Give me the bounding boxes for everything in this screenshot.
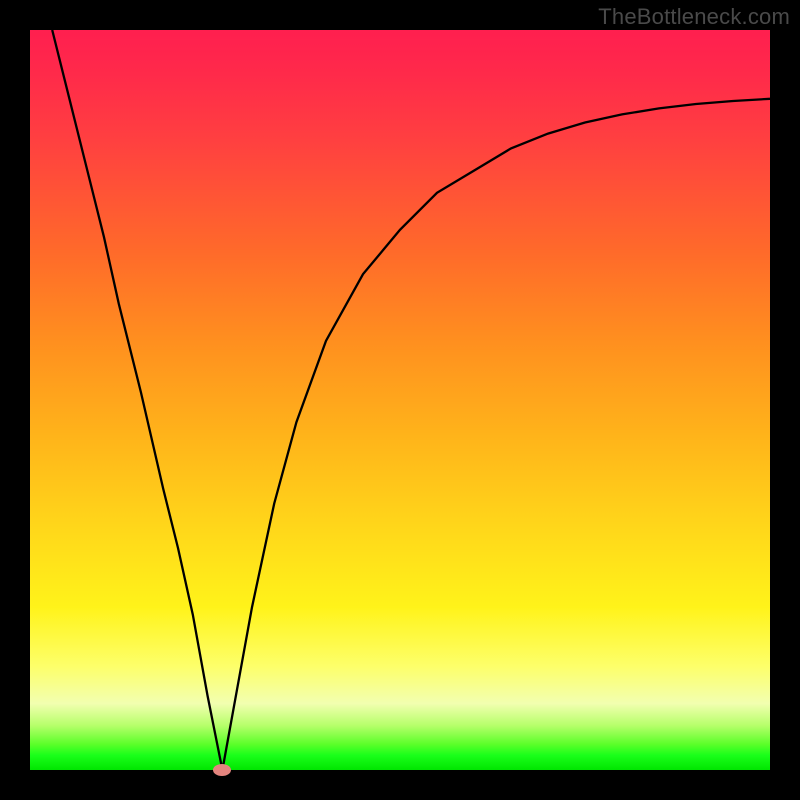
bottleneck-curve: [30, 30, 770, 770]
chart-frame: TheBottleneck.com: [0, 0, 800, 800]
watermark-text: TheBottleneck.com: [598, 4, 790, 30]
minimum-marker: [213, 764, 231, 776]
plot-area: [30, 30, 770, 770]
